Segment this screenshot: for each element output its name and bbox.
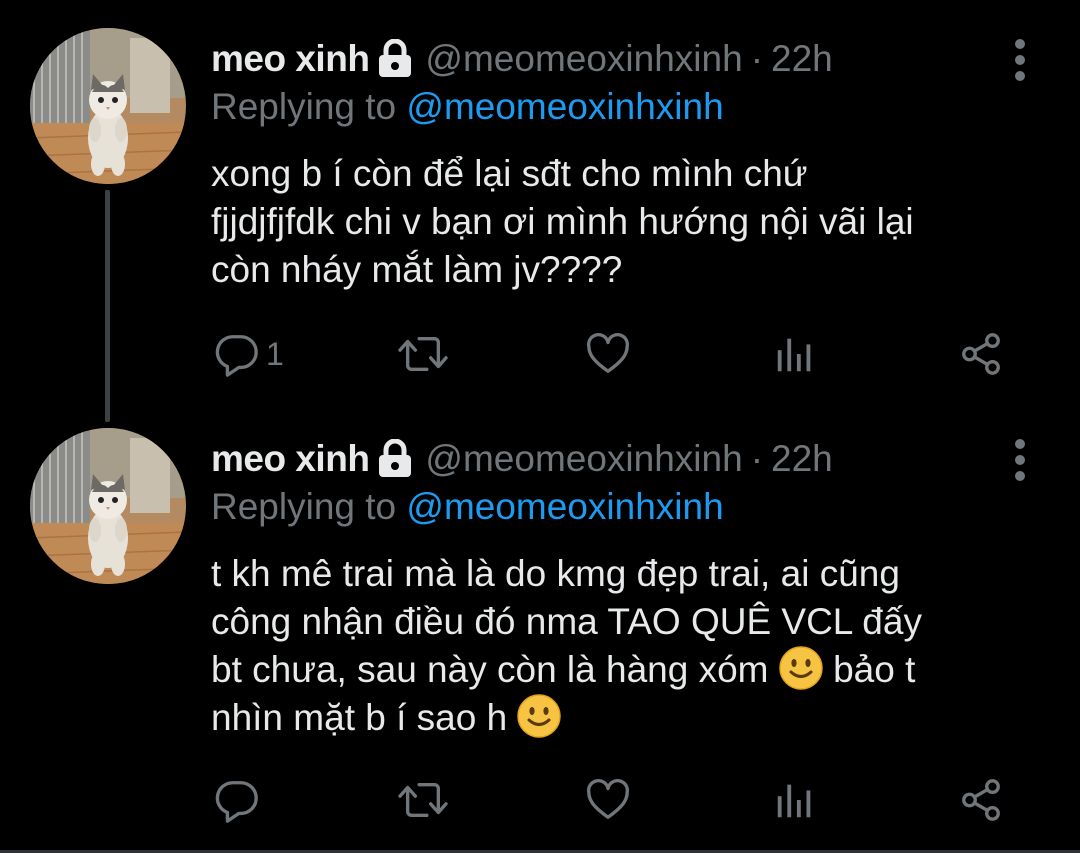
replying-to-label: Replying to [211, 86, 397, 127]
tweet-text-line: xong b í còn để lại sđt cho mình chứ [211, 153, 808, 194]
reply-icon [214, 331, 260, 377]
timestamp[interactable]: 22h [771, 438, 833, 480]
lock-icon [377, 439, 413, 479]
views-button[interactable] [772, 770, 818, 830]
cat-photo [30, 28, 186, 184]
replying-to-mention[interactable]: @meomeoxinhxinh [406, 86, 723, 127]
tweet-text: xong b í còn để lại sđt cho mình chứ fjj… [211, 150, 1041, 294]
replying-to-mention[interactable]: @meomeoxinhxinh [406, 486, 723, 527]
tweet-header: meo xinh @meomeoxinhxinh · 22h [211, 35, 833, 83]
retweet-button[interactable] [396, 770, 450, 830]
display-name[interactable]: meo xinh [211, 38, 370, 80]
separator-dot: · [750, 38, 764, 79]
like-icon [584, 331, 632, 377]
more-options-icon[interactable] [1010, 38, 1030, 82]
share-icon [958, 331, 1004, 377]
tweet-text-line: bt chưa, sau này còn là hàng xóm bảo t [211, 646, 1041, 694]
replying-to: Replying to @meomeoxinhxinh [211, 486, 724, 528]
tweet-text-segment: nhìn mặt b í sao h [211, 697, 508, 738]
tweet-text-line: t kh mê trai mà là do kmg đẹp trai, ai c… [211, 553, 900, 594]
tweet-header: meo xinh @meomeoxinhxinh · 22h [211, 435, 833, 483]
share-button[interactable] [958, 770, 1004, 830]
avatar[interactable] [30, 428, 186, 584]
smiling-face-emoji-icon [517, 694, 561, 738]
retweet-button[interactable] [396, 324, 450, 384]
share-icon [958, 777, 1004, 823]
like-button[interactable] [584, 770, 632, 830]
user-handle[interactable]: @meomeoxinhxinh [425, 38, 742, 80]
lock-icon [377, 39, 413, 79]
timestamp[interactable]: 22h [771, 38, 833, 80]
like-icon [584, 777, 632, 823]
avatar[interactable] [30, 28, 186, 184]
separator-dot: · [750, 438, 764, 479]
like-button[interactable] [584, 324, 632, 384]
views-icon [772, 331, 818, 377]
user-handle[interactable]: @meomeoxinhxinh [425, 438, 742, 480]
tweet-text-line: nhìn mặt b í sao h [211, 694, 1041, 742]
more-options-icon[interactable] [1010, 438, 1030, 482]
display-name[interactable]: meo xinh [211, 438, 370, 480]
reply-button[interactable]: 1 [214, 324, 284, 384]
tweet[interactable]: meo xinh @meomeoxinhxinh · 22h Replying … [0, 420, 1080, 853]
views-icon [772, 777, 818, 823]
retweet-icon [396, 777, 450, 823]
reply-button[interactable] [214, 770, 266, 830]
tweet-actions [200, 770, 1060, 830]
tweet-actions: 1 [200, 324, 1060, 384]
tweet-text-segment: bảo t [833, 649, 916, 690]
retweet-icon [396, 331, 450, 377]
tweet[interactable]: meo xinh @meomeoxinhxinh · 22h Replying … [0, 0, 1080, 422]
smiling-face-emoji-icon [779, 646, 823, 690]
reply-count: 1 [266, 335, 284, 372]
views-button[interactable] [772, 324, 818, 384]
replying-to-label: Replying to [211, 486, 397, 527]
tweet-text-line: công nhận điều đó nma TAO QUÊ VCL đấy [211, 601, 922, 642]
share-button[interactable] [958, 324, 1004, 384]
tweet-text-line: fjjdjfjfdk chi v bạn ơi mình hướng nội v… [211, 201, 914, 242]
tweet-text-line: còn nháy mắt làm jv???? [211, 249, 623, 290]
thread-connector-line [105, 190, 110, 422]
tweet-text-segment: bt chưa, sau này còn là hàng xóm [211, 649, 769, 690]
cat-photo [30, 428, 186, 584]
reply-icon [214, 777, 260, 823]
tweet-text: t kh mê trai mà là do kmg đẹp trai, ai c… [211, 550, 1041, 742]
replying-to: Replying to @meomeoxinhxinh [211, 86, 724, 128]
